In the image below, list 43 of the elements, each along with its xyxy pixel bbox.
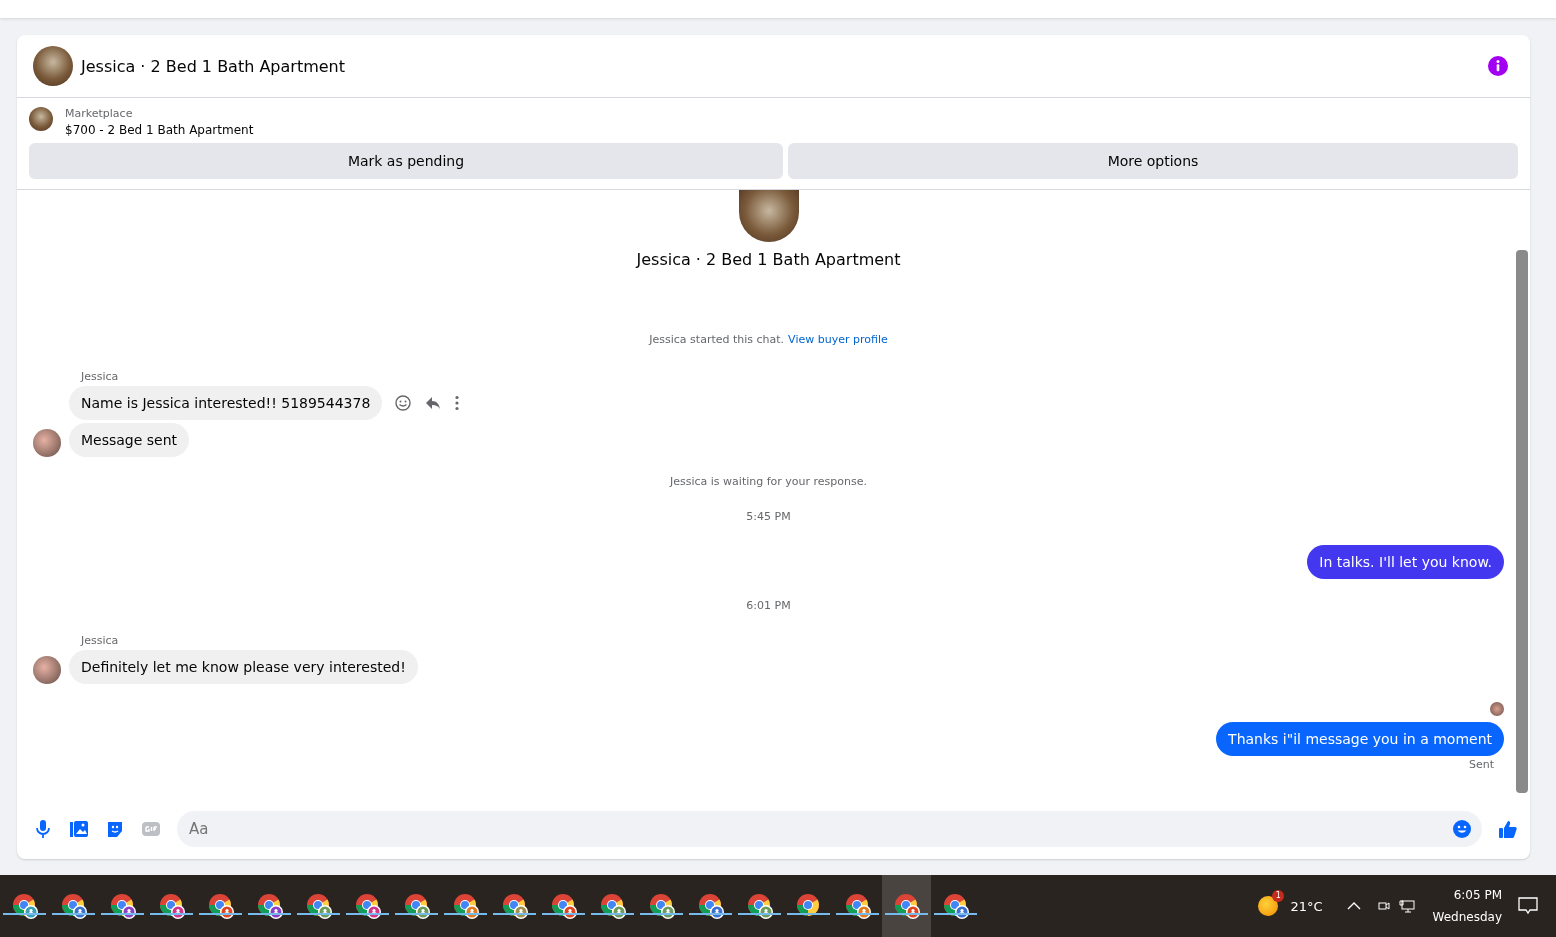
- chat-started-note: Jessica started this chat.: [649, 333, 785, 346]
- sent-status: Sent: [1468, 758, 1494, 771]
- browser-taskbar-button[interactable]: [882, 875, 931, 937]
- weather-icon[interactable]: [1258, 896, 1279, 916]
- view-buyer-profile-link[interactable]: View buyer profile: [788, 333, 888, 346]
- chevron-up-icon[interactable]: [1346, 902, 1361, 910]
- emoji-react-icon[interactable]: [394, 394, 413, 412]
- network-icon[interactable]: [1398, 899, 1415, 913]
- microphone-icon[interactable]: [33, 819, 53, 839]
- notifications-icon[interactable]: [1518, 897, 1538, 915]
- sender-name: Jessica: [81, 370, 120, 383]
- info-icon[interactable]: [1488, 56, 1508, 76]
- message-bubble: Message sent: [69, 423, 190, 457]
- timestamp: 6:01 PM: [746, 599, 791, 612]
- message-bubble: Definitely let me know please very interested!: [69, 650, 418, 684]
- sticker-icon[interactable]: [105, 819, 125, 839]
- thumbs-up-icon[interactable]: [1498, 819, 1518, 839]
- listing-summary: $700 - 2 Bed 1 Bath Apartment: [65, 123, 254, 137]
- sender-avatar: [33, 656, 61, 684]
- chat-intro-title: Jessica · 2 Bed 1 Bath Apartment: [636, 250, 901, 269]
- notification-badge: 1: [1272, 890, 1285, 902]
- listing-photo: [738, 190, 799, 242]
- clock-time: 6:05 PM: [1453, 888, 1502, 902]
- message-bubble: In talks. I'll let you know.: [1307, 545, 1504, 579]
- listing-source: Marketplace: [65, 107, 134, 120]
- message-bubble: Thanks i"il message you in a moment: [1216, 722, 1504, 756]
- camera-icon[interactable]: [1376, 899, 1391, 913]
- more-icon[interactable]: [454, 394, 461, 412]
- sender-avatar: [33, 429, 61, 457]
- message-bubble: Name is Jessica interested!! 5189544378: [69, 386, 383, 420]
- message-input[interactable]: Aa: [177, 811, 1482, 847]
- sender-name: Jessica: [81, 634, 120, 647]
- timestamp: 5:45 PM: [746, 510, 791, 523]
- waiting-notice: Jessica is waiting for your response.: [670, 475, 867, 488]
- listing-photo: [29, 107, 53, 131]
- temperature: 21°C: [1290, 898, 1323, 914]
- clock-day: Wednesday: [1432, 910, 1502, 924]
- emoji-icon[interactable]: [1452, 819, 1472, 839]
- more-options-button[interactable]: More options: [788, 143, 1518, 179]
- image-icon[interactable]: [69, 819, 89, 839]
- listing-photo: [33, 46, 73, 86]
- mark-pending-button[interactable]: Mark as pending: [29, 143, 783, 179]
- chat-title: Jessica · 2 Bed 1 Bath Apartment: [81, 56, 345, 76]
